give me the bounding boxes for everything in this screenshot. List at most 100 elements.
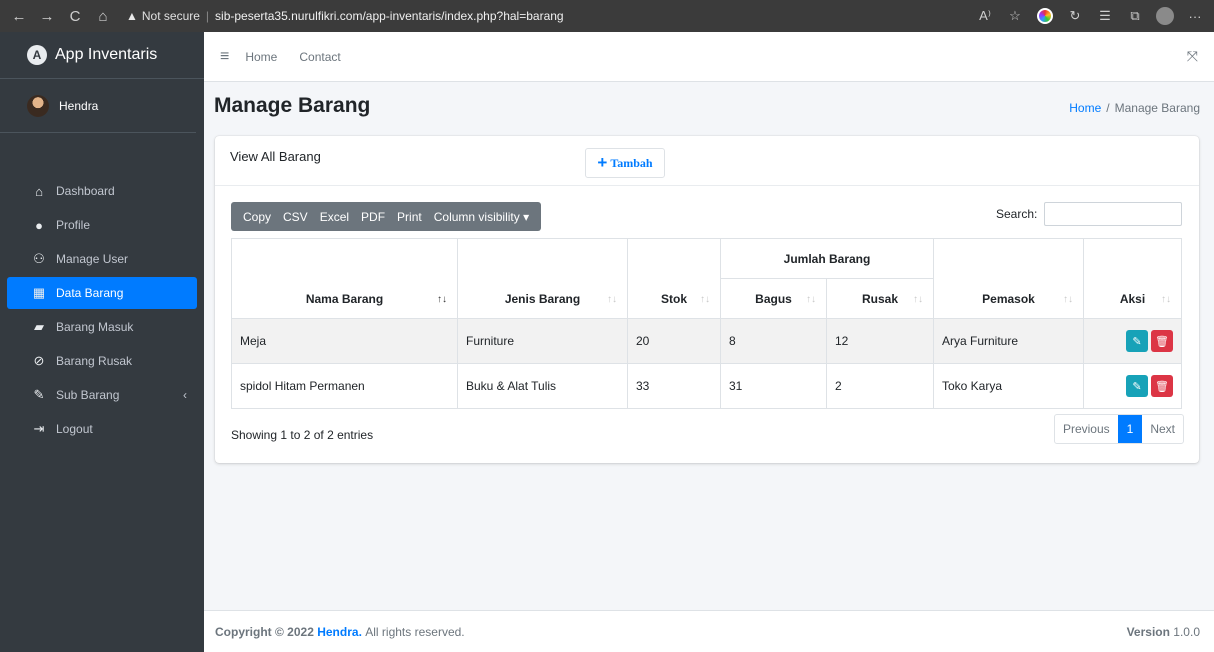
print-button[interactable]: Print xyxy=(391,210,428,224)
forward-icon[interactable]: → xyxy=(36,5,58,27)
breadcrumb-separator: / xyxy=(1106,101,1110,115)
home-icon: ⌂ xyxy=(35,183,43,199)
edit-button[interactable]: ✎ xyxy=(1126,330,1148,352)
cell-stok: 33 xyxy=(627,363,721,409)
add-button-label: Tambah xyxy=(610,155,653,170)
cell-pemasok: Arya Furniture xyxy=(933,318,1084,364)
sidebar-item-data-barang[interactable]: ▦ Data Barang xyxy=(7,277,197,309)
sidebar-item-label: Sub Barang xyxy=(56,388,120,402)
sidebar-item-logout[interactable]: ⇥ Logout xyxy=(7,413,197,445)
column-header-nama[interactable]: Nama Barang ↑↓ xyxy=(231,238,458,319)
sidebar-item-dashboard[interactable]: ⌂ Dashboard xyxy=(7,175,197,207)
sort-icon: ↑↓ xyxy=(913,294,923,305)
user-panel[interactable]: Hendra xyxy=(0,79,196,133)
sidebar-item-label: Logout xyxy=(56,422,93,436)
search-input[interactable] xyxy=(1044,202,1182,226)
user-name: Hendra xyxy=(59,98,99,113)
sort-asc-icon: ↑↓ xyxy=(437,294,447,305)
url-text: sib-peserta35.nurulfikri.com/app-inventa… xyxy=(215,9,564,23)
sidebar-item-profile[interactable]: ● Profile xyxy=(7,209,197,241)
cell-nama: Meja xyxy=(231,318,458,364)
column-header-aksi[interactable]: Aksi ↑↓ xyxy=(1083,238,1182,319)
card-title: View All Barang xyxy=(230,149,321,164)
footer-copyright: Copyright © 2022 xyxy=(215,624,314,639)
collections-icon[interactable]: ⧉ xyxy=(1124,5,1146,27)
user-icon: ● xyxy=(35,217,43,233)
sidebar-item-manage-user[interactable]: ⚇ Manage User xyxy=(7,243,197,275)
pagination-next[interactable]: Next xyxy=(1142,415,1183,443)
column-group-jumlah: Jumlah Barang xyxy=(720,238,934,279)
more-icon[interactable]: ··· xyxy=(1184,5,1206,27)
trash-icon: 🗑 xyxy=(1155,380,1169,393)
cell-bagus: 31 xyxy=(720,363,827,409)
search-label: Search: xyxy=(996,207,1038,221)
back-icon[interactable]: ← xyxy=(8,5,30,27)
read-aloud-icon[interactable]: A⁾ xyxy=(974,5,996,27)
fullscreen-icon[interactable]: ⤧ xyxy=(1187,48,1198,65)
excel-button[interactable]: Excel xyxy=(314,210,355,224)
breadcrumb: Home / Manage Barang xyxy=(1069,101,1200,115)
column-header-bagus[interactable]: Bagus ↑↓ xyxy=(720,278,827,319)
pdf-button[interactable]: PDF xyxy=(355,210,391,224)
plus-icon: + xyxy=(597,153,608,172)
profile-icon[interactable] xyxy=(1154,5,1176,27)
menu-toggle-icon[interactable]: ≡ xyxy=(220,48,229,66)
pagination-page-1[interactable]: 1 xyxy=(1117,415,1143,443)
boxes-icon: ▦ xyxy=(32,285,46,300)
brand-logo: A xyxy=(27,45,47,65)
sidebar-item-label: Manage User xyxy=(56,252,129,266)
edit-icon: ✎ xyxy=(1132,335,1142,348)
footer-rights: All rights reserved. xyxy=(365,624,465,639)
users-icon: ⚇ xyxy=(33,251,45,266)
csv-button[interactable]: CSV xyxy=(277,210,314,224)
delete-button[interactable]: 🗑 xyxy=(1151,330,1173,352)
home-icon[interactable]: ⌂ xyxy=(92,5,114,27)
pagination-previous[interactable]: Previous xyxy=(1055,415,1118,443)
address-bar[interactable]: ▲ Not secure | sib-peserta35.nurulfikri.… xyxy=(126,4,958,28)
copy-button[interactable]: Copy xyxy=(237,210,277,224)
sort-icon: ↑↓ xyxy=(700,294,710,305)
sidebar-item-sub-barang[interactable]: ✎ Sub Barang ‹ xyxy=(7,379,197,411)
cell-rusak: 2 xyxy=(826,363,934,409)
table-row: spidol Hitam Permanen Buku & Alat Tulis … xyxy=(231,363,1182,409)
breadcrumb-home-link[interactable]: Home xyxy=(1069,101,1101,115)
sign-out-icon: ⇥ xyxy=(33,421,45,436)
column-header-rusak[interactable]: Rusak ↑↓ xyxy=(826,278,934,319)
favorite-icon[interactable]: ☆ xyxy=(1004,5,1026,27)
security-label: Not secure xyxy=(141,9,200,23)
cell-stok: 20 xyxy=(627,318,721,364)
nav-contact-link[interactable]: Contact xyxy=(299,50,340,64)
cell-jenis: Furniture xyxy=(457,318,628,364)
sidebar-item-barang-rusak[interactable]: ⊘ Barang Rusak xyxy=(7,345,197,377)
column-header-stok[interactable]: Stok ↑↓ xyxy=(627,238,721,319)
refresh-extension-icon[interactable]: ↻ xyxy=(1064,5,1086,27)
edit-icon: ✎ xyxy=(1132,380,1142,393)
trash-icon: 🗑 xyxy=(1155,335,1169,348)
nav-home-link[interactable]: Home xyxy=(245,50,277,64)
column-visibility-button[interactable]: Column visibility ▾ xyxy=(428,210,535,224)
page-title: Manage Barang xyxy=(214,94,371,117)
add-barang-button[interactable]: + Tambah xyxy=(585,148,665,178)
sort-icon: ↑↓ xyxy=(1161,294,1171,305)
sidebar-item-label: Profile xyxy=(56,218,91,232)
column-header-pemasok[interactable]: Pemasok ↑↓ xyxy=(933,238,1084,319)
version-number: 1.0.0 xyxy=(1173,624,1200,639)
warning-icon: ▲ xyxy=(126,9,138,23)
sidebar-item-barang-masuk[interactable]: ▰ Barang Masuk xyxy=(7,311,197,343)
avatar xyxy=(27,94,49,117)
content-wrapper: Manage Barang Home / Manage Barang View Al… xyxy=(204,82,1214,610)
brand-link[interactable]: A App Inventaris xyxy=(0,32,204,79)
column-header-jenis[interactable]: Jenis Barang ↑↓ xyxy=(457,238,628,319)
version-label: Version xyxy=(1126,624,1170,639)
delete-button[interactable]: 🗑 xyxy=(1151,375,1173,397)
brand-text: App Inventaris xyxy=(55,46,158,63)
sidebar-item-label: Barang Rusak xyxy=(56,354,133,368)
reload-icon[interactable]: C xyxy=(64,5,86,27)
browser-toolbar: ← → C ⌂ ▲ Not secure | sib-peserta35.nur… xyxy=(0,0,1214,32)
dolly-icon: ▰ xyxy=(34,319,44,334)
sort-icon: ↑↓ xyxy=(806,294,816,305)
favorites-icon[interactable]: ☰ xyxy=(1094,5,1116,27)
footer-brand-link[interactable]: Hendra. xyxy=(317,625,362,639)
color-extension-icon[interactable] xyxy=(1034,5,1056,27)
edit-button[interactable]: ✎ xyxy=(1126,375,1148,397)
